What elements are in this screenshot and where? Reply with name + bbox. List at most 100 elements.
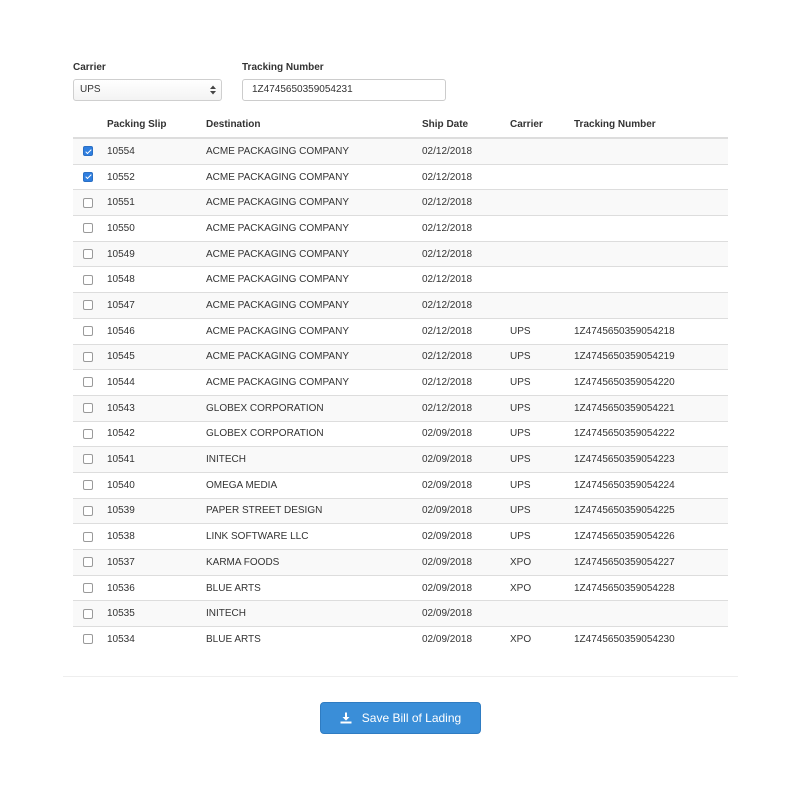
table-row[interactable]: 10551 ACME PACKAGING COMPANY 02/12/2018 [73,189,728,216]
table-row[interactable]: 10550 ACME PACKAGING COMPANY 02/12/2018 [73,215,728,242]
tracking-number-cell [574,163,728,190]
row-select-checkbox[interactable] [83,223,93,234]
row-select-checkbox[interactable] [83,428,93,439]
tracking-field-group: Tracking Number 1Z4745650359054231 [242,61,446,101]
carrier-cell: UPS [510,317,574,344]
row-select-checkbox[interactable] [83,480,93,491]
destination-cell: PAPER STREET DESIGN [206,497,422,524]
ship-date-cell: 02/12/2018 [422,215,510,242]
carrier-cell: UPS [510,369,574,396]
row-select-checkbox[interactable] [83,608,93,619]
header-packing-slip[interactable]: Packing Slip [107,112,206,139]
row-select-cell [73,600,107,627]
carrier-cell: UPS [510,471,574,499]
table-row[interactable]: 10547 ACME PACKAGING COMPANY 02/12/2018 [73,292,728,319]
destination-cell: GLOBEX CORPORATION [206,420,422,447]
row-select-checkbox[interactable] [83,300,93,311]
destination-cell: ACME PACKAGING COMPANY [206,266,422,293]
tracking-number-cell: 1Z4745650359054225 [574,497,728,524]
row-select-cell [73,266,107,293]
carrier-cell [510,266,574,293]
ship-date-cell: 02/12/2018 [422,343,510,370]
carrier-cell [510,189,574,216]
packing-slip-cell: 10547 [107,292,206,319]
row-select-checkbox[interactable] [83,197,93,208]
row-select-checkbox[interactable] [83,531,93,542]
row-select-checkbox[interactable] [83,146,93,157]
table-row[interactable]: 10535 INITECH 02/09/2018 [73,600,728,627]
tracking-number-cell: 1Z4745650359054219 [574,343,728,370]
ship-date-cell: 02/12/2018 [422,189,510,216]
table-row[interactable]: 10541 INITECH 02/09/2018 UPS 1Z4745650359054… [73,446,728,473]
row-select-cell [73,420,107,447]
table-row[interactable]: 10545 ACME PACKAGING COMPANY 02/12/2018 UPS… [73,343,728,370]
row-select-checkbox[interactable] [83,634,93,645]
shipment-form: Carrier UPS Tracking Number 1Z4745650359… [73,61,446,101]
row-select-checkbox[interactable] [83,326,93,337]
table-row[interactable]: 10554 ACME PACKAGING COMPANY 02/12/2018 [73,137,728,165]
row-select-checkbox[interactable] [83,557,93,568]
table-row[interactable]: 10539 PAPER STREET DESIGN 02/09/2018 UPS 1Z4… [73,497,728,524]
header-tracking-number[interactable]: Tracking Number [574,112,728,139]
carrier-cell: UPS [510,497,574,524]
ship-date-cell: 02/12/2018 [422,163,510,190]
carrier-cell [510,600,574,627]
carrier-cell: UPS [510,523,574,550]
destination-cell: BLUE ARTS [206,574,422,601]
table-row[interactable]: 10543 GLOBEX CORPORATION 02/12/2018 UPS 1Z47… [73,394,728,422]
header-select [73,112,107,139]
table-row[interactable]: 10534 BLUE ARTS 02/09/2018 XPO 1Z47456503590… [73,626,728,652]
row-select-cell [73,163,107,190]
table-row[interactable]: 10548 ACME PACKAGING COMPANY 02/12/2018 [73,266,728,293]
row-select-checkbox[interactable] [83,582,93,593]
row-select-cell [73,240,107,267]
table-row[interactable]: 10544 ACME PACKAGING COMPANY 02/12/2018 UPS… [73,369,728,396]
tracking-number-cell: 1Z4745650359054230 [574,626,728,652]
save-button-label: Save Bill of Lading [361,711,462,725]
table-row[interactable]: 10540 OMEGA MEDIA 02/09/2018 UPS 1Z474565035… [73,471,728,499]
table-row[interactable]: 10552 ACME PACKAGING COMPANY 02/12/2018 [73,163,728,190]
row-select-checkbox[interactable] [83,505,93,516]
destination-cell: ACME PACKAGING COMPANY [206,137,422,165]
save-bill-of-lading-button[interactable]: Save Bill of Lading [320,702,481,734]
table-row[interactable]: 10537 KARMA FOODS 02/09/2018 XPO 1Z474565035… [73,549,728,576]
row-select-cell [73,292,107,319]
table-row[interactable]: 10549 ACME PACKAGING COMPANY 02/12/2018 [73,240,728,267]
table-row[interactable]: 10538 LINK SOFTWARE LLC 02/09/2018 UPS 1Z474… [73,523,728,550]
carrier-cell: XPO [510,549,574,576]
carrier-select[interactable]: UPS [73,79,222,101]
packing-slip-cell: 10541 [107,446,206,473]
header-destination[interactable]: Destination [206,112,422,139]
row-select-cell [73,626,107,652]
tracking-number-cell: 1Z4745650359054226 [574,523,728,550]
tracking-number-cell: 1Z4745650359054227 [574,549,728,576]
carrier-cell [510,163,574,190]
packing-slip-cell: 10554 [107,137,206,165]
row-select-cell [73,574,107,601]
tracking-number-input[interactable]: 1Z4745650359054231 [242,79,446,101]
header-ship-date[interactable]: Ship Date [422,112,510,139]
ship-date-cell: 02/09/2018 [422,471,510,499]
tracking-number-cell: 1Z4745650359054221 [574,394,728,422]
table-row[interactable]: 10536 BLUE ARTS 02/09/2018 XPO 1Z47456503590… [73,574,728,601]
packing-slip-cell: 10543 [107,394,206,422]
packing-slip-cell: 10550 [107,215,206,242]
table-row[interactable]: 10542 GLOBEX CORPORATION 02/09/2018 UPS 1Z47… [73,420,728,447]
row-select-checkbox[interactable] [83,274,93,285]
table-row[interactable]: 10546 ACME PACKAGING COMPANY 02/12/2018 UPS… [73,317,728,344]
header-carrier[interactable]: Carrier [510,112,574,139]
row-select-checkbox[interactable] [83,171,93,182]
row-select-checkbox[interactable] [83,248,93,259]
row-select-checkbox[interactable] [83,351,93,362]
packing-slip-cell: 10548 [107,266,206,293]
tracking-label: Tracking Number [242,62,324,73]
packing-slip-cell: 10551 [107,189,206,216]
row-select-cell [73,471,107,499]
packing-slip-cell: 10537 [107,549,206,576]
row-select-cell [73,549,107,576]
carrier-select-value: UPS [80,84,101,95]
row-select-checkbox[interactable] [83,377,93,388]
row-select-checkbox[interactable] [83,403,93,414]
packing-slip-cell: 10552 [107,163,206,190]
row-select-checkbox[interactable] [83,454,93,465]
